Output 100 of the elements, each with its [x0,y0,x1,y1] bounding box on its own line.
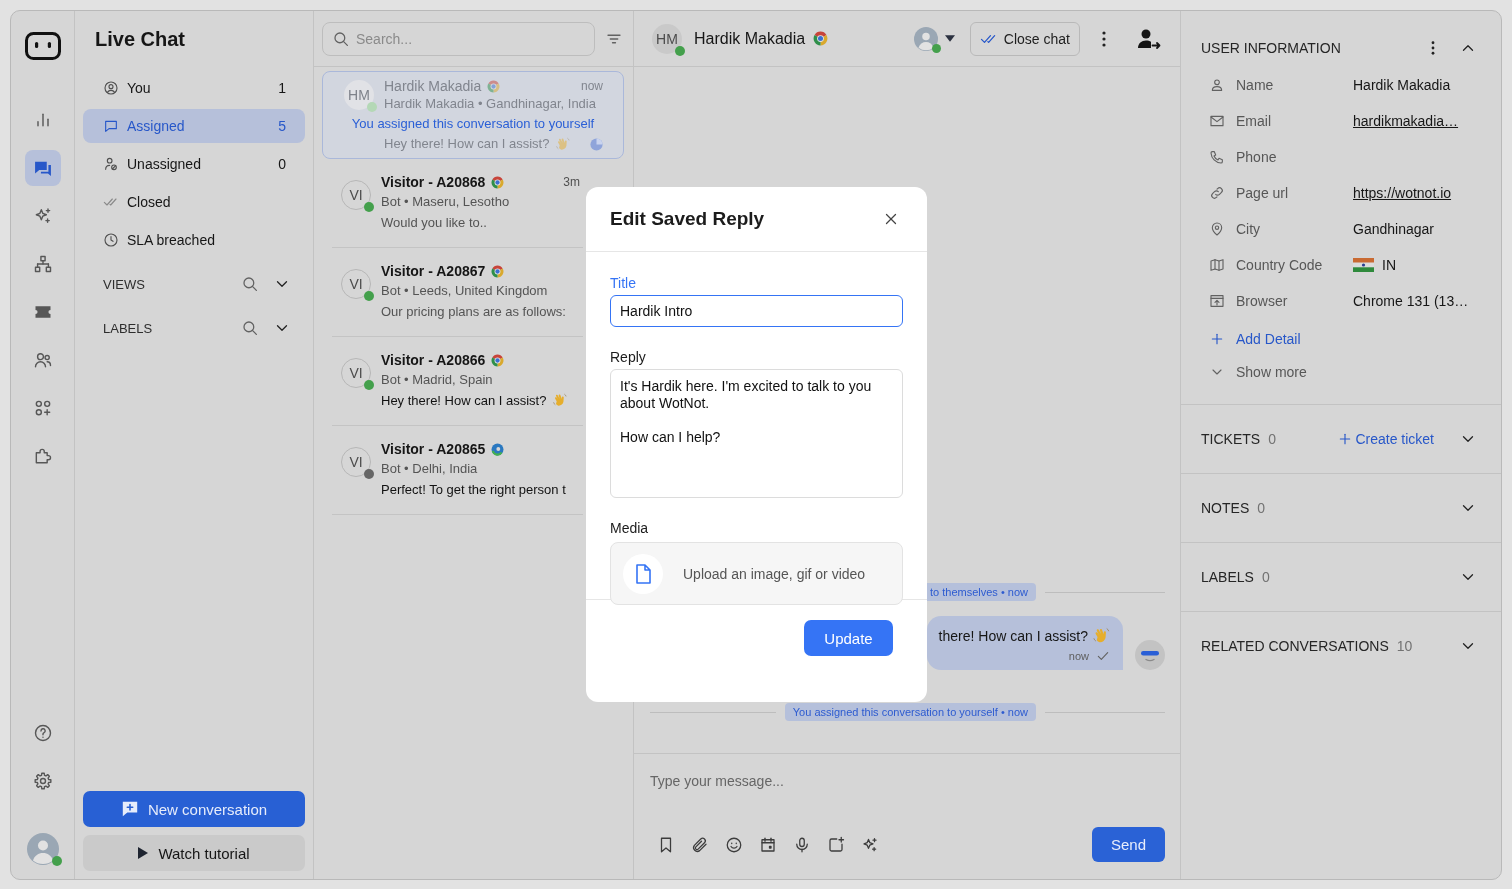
smiley-icon[interactable] [725,835,743,854]
item-count: 5 [278,118,286,134]
add-detail-button[interactable]: Add Detail [1209,321,1301,357]
contact-name: Visitor - A20867 [381,263,486,279]
caret-icon[interactable] [944,35,955,42]
chat-plus-icon [120,800,139,818]
message-time: 3m [563,175,580,189]
conversation-item[interactable]: VI Visitor - A20867 Bot • Leeds, United Kingdom Our pricing plans are as follows: [332,248,583,337]
create-ticket-button[interactable]: Create ticket [1337,431,1434,447]
field-value: Hardik Makadia [1353,77,1451,93]
section-title: USER INFORMATION [1201,40,1342,56]
sparkles-icon[interactable] [861,835,879,854]
message-preview: Would you like to.. [381,214,487,230]
users-icon[interactable] [32,350,53,370]
location-pin-icon [1209,221,1225,237]
settings-icon[interactable] [32,771,53,791]
message-time: now [581,78,603,95]
field-label: Page url [1236,185,1290,201]
item-count: 1 [278,80,286,96]
field-label: Phone [1236,149,1278,165]
contact-name: Visitor - A20866 [381,352,486,368]
show-more-button[interactable]: Show more [1209,357,1307,387]
plus-icon [1209,331,1225,347]
assignment-notice: You assigned this conversation to yourself [350,115,596,133]
contact-details: Bot • Maseru, Lesotho [381,193,510,211]
contact-name: Visitor - A20868 [381,174,486,190]
contact-details: Bot • Leeds, United Kingdom [381,282,548,300]
contact-details: Bot • Delhi, India [381,460,478,478]
phone-icon [1209,149,1225,165]
more-icon[interactable] [1102,30,1106,47]
text-input[interactable]: Hardik Intro [610,295,903,327]
dialog-title: Edit Saved Reply [610,208,766,230]
close-chat-button[interactable]: Close chat [969,21,1080,56]
search-icon[interactable] [241,275,259,293]
contact-name: Hardik Makadia [384,77,482,95]
sidebar-item[interactable]: Closed [83,185,305,219]
system-message: You assigned this conversation to yourself • now [784,703,1036,721]
section-label: LABELS [103,320,154,336]
bot-avatar-icon [1135,640,1165,670]
section-title: TICKETS [1201,431,1261,447]
message-preview: Hey there! How can I assist? [384,135,550,153]
sidebar-item[interactable]: Unassigned 0 [83,147,305,181]
field-label: City [1236,221,1262,237]
section-count: 0 [1268,431,1276,447]
search-icon[interactable] [241,319,259,337]
section-title: NOTES [1201,500,1250,516]
user-avatar-icon[interactable] [913,26,938,51]
message-time: now [1068,650,1089,662]
field-label: Name [1236,77,1275,93]
section-count: 0 [1257,500,1266,516]
search-icon [332,29,350,48]
field-label: Browser [1236,293,1289,309]
conversation-item[interactable]: HM Hardik Makadia now Hardik Makadia • Gandhinagar, India You assigned this conversation to yourself Hey there! How can I assist? [322,71,624,159]
more-icon[interactable] [1431,41,1435,55]
field-value: IN [1382,257,1396,273]
search-field[interactable]: Search... [322,21,595,56]
conversation-item[interactable]: VI Visitor - A20866 Bot • Madrid, Spain Hey there! How can I assist? [332,337,583,426]
contact-details: Hardik Makadia • Gandhinagar, India [384,95,596,113]
reply-textarea[interactable]: It's Hardik here. I'm excited to talk to you about WotNot. How can I help? [610,369,903,498]
image-add-icon[interactable] [827,835,845,854]
conversation-item[interactable]: VI Visitor - A20868 3m Bot • Maseru, Lesotho Would you like to.. [332,159,583,248]
message-text: there! How can I assist? [938,627,1088,644]
item-count: 0 [278,156,286,172]
microphone-icon[interactable] [793,835,811,854]
chat-bubbles-icon[interactable] [24,150,61,186]
field-label: Reply [610,349,646,365]
link-icon [1209,185,1225,201]
robot-logo-icon[interactable] [24,32,61,60]
new-conversation-button[interactable]: New conversation [83,791,305,827]
field-link[interactable]: https://wotnot.io [1353,185,1452,201]
contact-name: Hardik Makadia [694,29,806,48]
user-circle-icon [103,80,119,96]
watch-tutorial-button[interactable]: Watch tutorial [83,835,305,871]
help-icon[interactable] [32,723,53,743]
contact-details: Bot • Madrid, Spain [381,371,493,389]
assign-user-icon[interactable] [1137,27,1161,50]
sidebar-item[interactable]: Assigned 5 [83,109,305,143]
sidebar-item[interactable]: You 1 [83,71,305,105]
clock-icon [103,232,119,248]
contact-avatar: HM [344,80,374,110]
section-count: 10 [1396,638,1413,654]
upload-field[interactable]: Upload an image, gif or video [610,542,903,605]
message-input[interactable]: Type your message... [650,771,1165,791]
map-icon [1209,257,1225,273]
update-button[interactable]: Update [804,620,893,656]
section-label: VIEWS [103,276,146,292]
sitemap-icon[interactable] [32,254,53,274]
section-count: 0 [1261,569,1270,585]
field-label: Title [610,275,636,291]
user-avatar-icon[interactable] [26,833,59,865]
field-link[interactable]: hardikmakadia… [1353,113,1459,129]
play-icon [138,847,149,859]
conversation-item[interactable]: VI Visitor - A20865 Bot • Delhi, India Perfect! To get the right person t [332,426,583,515]
paperclip-icon[interactable] [691,835,709,854]
calendar-icon[interactable] [759,835,777,854]
send-button[interactable]: Send [1092,827,1165,862]
sidebar-item[interactable]: SLA breached [83,223,305,257]
contact-name: Visitor - A20865 [381,441,486,457]
page-title: Live Chat [95,27,186,51]
message-preview: Perfect! To get the right person t [381,481,566,497]
